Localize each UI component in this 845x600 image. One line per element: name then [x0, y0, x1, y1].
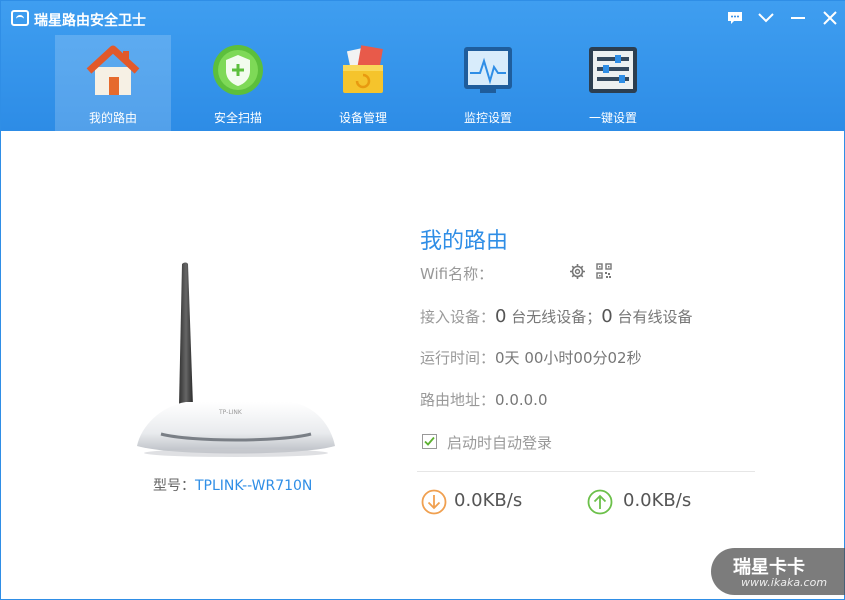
wired-text: 台有线设备	[617, 308, 693, 326]
autologin-label: 启动时自动登录	[447, 434, 553, 452]
router-image: TP-LINK	[137, 262, 335, 457]
router-model: 型号：TPLINK--WR710N	[153, 475, 312, 495]
nav-label: 设备管理	[338, 111, 387, 125]
uptime-row: 运行时间：0天 00小时00分02秒	[420, 347, 642, 368]
connected-devices-row: 接入设备：0 台无线设备；0 台有线设备	[420, 306, 693, 327]
settings-panel-icon	[584, 43, 642, 97]
monitor-icon	[459, 43, 517, 97]
download-speed: 0.0KB/s	[454, 490, 523, 511]
house-icon	[84, 43, 142, 97]
gear-icon[interactable]	[569, 263, 586, 280]
divider	[417, 471, 755, 472]
wired-count: 0	[601, 306, 613, 327]
app-header: 瑞星路由安全卫士 我的路由 安全扫描 设备管理 监控设置 一键设置	[1, 1, 845, 131]
wireless-count: 0	[495, 306, 507, 327]
nav-label: 一键设置	[588, 111, 637, 125]
wifi-name-row: Wifi名称：	[420, 263, 493, 284]
router-address-row: 路由地址：0.0.0.0	[420, 389, 548, 410]
address-value: 0.0.0.0	[495, 391, 548, 409]
menu-chevron-down-icon[interactable]	[755, 7, 777, 29]
checkmark-icon	[424, 436, 435, 446]
app-title: 瑞星路由安全卫士	[34, 13, 146, 29]
autologin-checkbox[interactable]	[422, 434, 437, 449]
nav-item-device-management[interactable]: 设备管理	[305, 35, 421, 131]
uptime-value: 0天 00小时00分02秒	[495, 349, 642, 367]
nav-item-monitor-settings[interactable]: 监控设置	[430, 35, 546, 131]
nav-label: 安全扫描	[213, 111, 262, 125]
qr-code-icon[interactable]	[596, 263, 612, 279]
address-label: 路由地址：	[420, 391, 496, 409]
watermark-url: www.ikaka.com	[741, 576, 828, 589]
device-box-icon	[334, 43, 392, 97]
nav-label: 我的路由	[88, 111, 137, 125]
wireless-text: 台无线设备；	[511, 308, 602, 326]
model-value: TPLINK--WR710N	[195, 478, 313, 494]
upload-speed: 0.0KB/s	[623, 490, 692, 511]
download-arrow-icon	[421, 489, 447, 515]
model-label: 型号：	[153, 478, 195, 494]
nav-item-security-scan[interactable]: 安全扫描	[180, 35, 296, 131]
shield-scan-icon	[209, 43, 267, 97]
wifi-name-label: Wifi名称：	[420, 265, 494, 283]
nav-item-my-router[interactable]: 我的路由	[55, 35, 171, 131]
router-brand-text: TP-LINK	[218, 409, 243, 416]
uptime-label: 运行时间：	[420, 349, 496, 367]
app-logo-icon	[11, 10, 29, 26]
upload-arrow-icon	[587, 489, 613, 515]
devices-label: 接入设备：	[420, 308, 496, 326]
nav-label: 监控设置	[463, 111, 512, 125]
title-bar: 瑞星路由安全卫士	[1, 1, 845, 35]
page-title: 我的路由	[420, 229, 509, 254]
main-nav: 我的路由 安全扫描 设备管理 监控设置 一键设置	[55, 35, 680, 131]
feedback-icon[interactable]	[724, 7, 746, 29]
close-icon[interactable]	[819, 7, 841, 29]
nav-item-one-click-settings[interactable]: 一键设置	[555, 35, 671, 131]
minimize-icon[interactable]	[787, 7, 809, 29]
